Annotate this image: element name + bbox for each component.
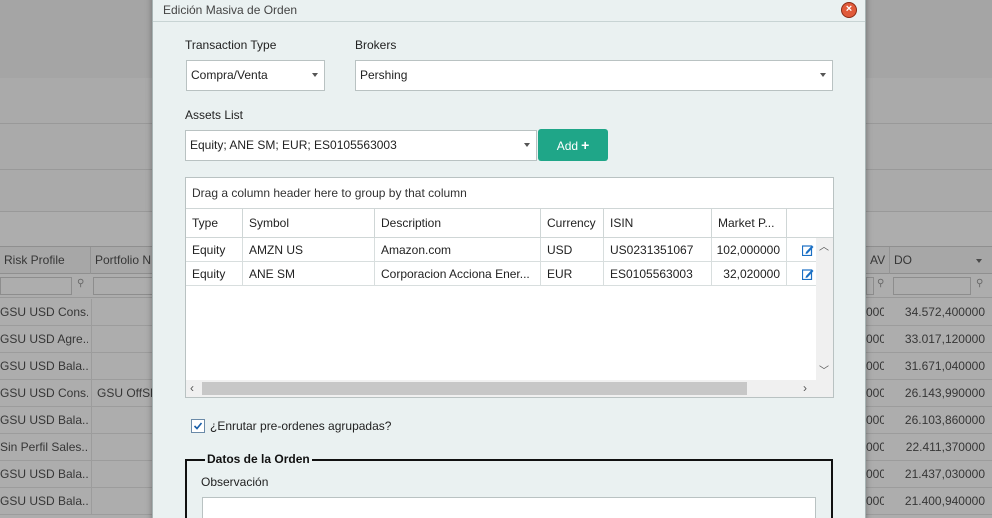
horizontal-scrollbar[interactable]: ‹ › — [186, 380, 833, 397]
cell-isin: US0231351067 — [604, 238, 712, 262]
assets-list-select[interactable]: Equity; ANE SM; EUR; ES0105563003 — [185, 130, 537, 161]
edit-icon[interactable] — [802, 268, 814, 280]
scroll-right-icon[interactable]: › — [803, 381, 807, 395]
chevron-down-icon — [820, 73, 826, 77]
chevron-down-icon — [524, 143, 530, 147]
cell-type: Equity — [186, 262, 243, 286]
plus-icon: + — [581, 137, 590, 153]
cell-market-price: 32,020000 — [712, 262, 787, 286]
transaction-type-select[interactable]: Compra/Venta — [186, 60, 325, 91]
cell-symbol: ANE SM — [243, 262, 375, 286]
chevron-down-icon — [312, 73, 318, 77]
column-header-actions — [787, 209, 833, 238]
order-data-legend: Datos de la Orden — [205, 452, 312, 466]
horizontal-scroll-thumb[interactable] — [202, 382, 747, 395]
checkmark-icon — [193, 422, 203, 430]
observation-textarea[interactable] — [202, 497, 816, 518]
brokers-label: Brokers — [355, 38, 397, 52]
add-button-label: Add — [556, 139, 579, 153]
column-header-isin[interactable]: ISIN — [604, 209, 712, 238]
brokers-value: Pershing — [360, 68, 408, 82]
dialog-title: Edición Masiva de Orden — [163, 3, 298, 17]
scroll-up-icon[interactable]: ︿ — [819, 238, 829, 253]
scroll-down-icon[interactable]: ﹀ — [819, 362, 829, 377]
column-header-currency[interactable]: Currency — [541, 209, 604, 238]
cell-currency: EUR — [541, 262, 604, 286]
cell-description: Amazon.com — [375, 238, 541, 262]
table-row[interactable]: Equity ANE SM Corporacion Acciona Ener..… — [186, 262, 816, 286]
assets-grid-header: Type Symbol Description Currency ISIN Ma… — [186, 209, 833, 238]
cell-type: Equity — [186, 238, 243, 262]
column-header-type[interactable]: Type — [186, 209, 243, 238]
group-by-panel[interactable]: Drag a column header here to group by th… — [186, 178, 833, 209]
table-row[interactable]: Equity AMZN US Amazon.com USD US02313510… — [186, 238, 816, 262]
cell-market-price: 102,000000 — [712, 238, 787, 262]
scroll-left-icon[interactable]: ‹ — [190, 381, 194, 395]
cell-currency: USD — [541, 238, 604, 262]
observation-label: Observación — [201, 475, 269, 489]
close-icon[interactable]: × — [841, 2, 857, 18]
transaction-type-label: Transaction Type — [185, 38, 277, 52]
mass-order-edit-dialog: Edición Masiva de Orden × Transaction Ty… — [152, 0, 866, 518]
cell-description: Corporacion Acciona Ener... — [375, 262, 541, 286]
brokers-select[interactable]: Pershing — [355, 60, 833, 91]
title-divider — [153, 21, 865, 22]
vertical-scrollbar[interactable]: ︿ ﹀ — [816, 238, 833, 380]
assets-list-label: Assets List — [185, 108, 244, 122]
add-asset-button[interactable]: Add + — [538, 129, 608, 161]
cell-isin: ES0105563003 — [604, 262, 712, 286]
assets-grid: Drag a column header here to group by th… — [185, 177, 834, 398]
route-grouped-preorders-label: ¿Enrutar pre-ordenes agrupadas? — [210, 419, 392, 433]
cell-symbol: AMZN US — [243, 238, 375, 262]
column-header-symbol[interactable]: Symbol — [243, 209, 375, 238]
column-header-description[interactable]: Description — [375, 209, 541, 238]
column-header-market-price[interactable]: Market P... — [712, 209, 787, 238]
edit-icon[interactable] — [802, 244, 814, 256]
assets-list-value: Equity; ANE SM; EUR; ES0105563003 — [190, 138, 397, 152]
transaction-type-value: Compra/Venta — [191, 68, 268, 82]
route-grouped-preorders-checkbox[interactable] — [191, 419, 205, 433]
